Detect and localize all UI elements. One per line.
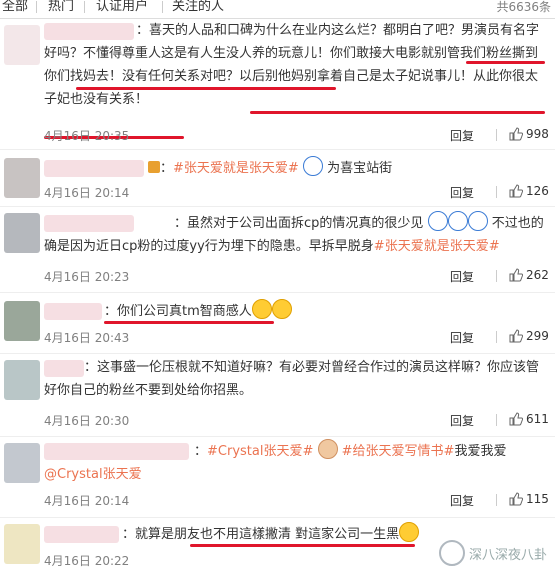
- comment-item: ：#张天爱就是张天爱# 为喜宝站街 4月16日 20:14 回复 126: [0, 150, 555, 207]
- watermark-text: 深八深夜八卦: [468, 547, 547, 563]
- comment-date: 4月16日 20:43: [44, 331, 130, 345]
- highlight-underline: [250, 111, 545, 114]
- avatar[interactable]: [4, 301, 40, 341]
- comment-text: ：你们公司真tm智商感人: [104, 299, 545, 323]
- thumbs-up-icon: [509, 329, 523, 343]
- like-count: 299: [526, 329, 549, 343]
- divider: [496, 270, 497, 282]
- laughing-emoji-icon: [251, 299, 272, 319]
- topic-link[interactable]: #给张天爱写情书#: [342, 444, 455, 459]
- comment-item: ：这事盛一伦压根就不知道好嘛？有必要对曾经合作过的演员这样嘛？你应该管好你自己的…: [0, 354, 555, 437]
- avatar[interactable]: [4, 360, 40, 400]
- face-emoji-icon: [467, 211, 488, 231]
- comment-text-part: ：就算是朋友也不用這樣撇清 對這家公司一生黑: [122, 527, 400, 542]
- reply-button[interactable]: 回复: [450, 329, 474, 346]
- thumbs-up-icon: [509, 268, 523, 282]
- tab-divider: [36, 1, 37, 13]
- comment-text-part: ：: [160, 161, 174, 176]
- comment-date: 4月16日 20:23: [44, 270, 130, 284]
- username-redacted[interactable]: [44, 303, 102, 320]
- username-redacted[interactable]: [44, 526, 119, 543]
- comment-date: 4月16日 20:35: [44, 129, 130, 143]
- avatar[interactable]: [4, 213, 40, 253]
- like-count: 262: [526, 268, 549, 282]
- comment-date: 4月16日 20:14: [44, 186, 130, 200]
- avatar[interactable]: [4, 25, 40, 65]
- thumbs-up-icon: [509, 127, 523, 141]
- like-button[interactable]: 262: [509, 268, 549, 282]
- face-emoji-icon: [447, 211, 468, 231]
- tab-all[interactable]: 全部: [2, 0, 28, 14]
- topic-link[interactable]: #Crystal张天爱#: [207, 444, 313, 459]
- thumbs-up-icon: [509, 184, 523, 198]
- watermark: 深八深夜八卦: [438, 540, 547, 566]
- avatar[interactable]: [4, 524, 40, 564]
- comment-item: ：#Crystal张天爱# #给张天爱写情书#我爱我爱 @Crystal张天爱 …: [0, 437, 555, 518]
- topic-link[interactable]: #张天爱就是张天爱#: [374, 239, 500, 254]
- tab-verified[interactable]: 认证用户: [96, 0, 148, 14]
- baby-emoji-icon: [317, 439, 338, 459]
- comment-filter-tabs: 全部 热门 认证用户 关注的人 共6636条: [0, 0, 555, 19]
- comment-date: 4月16日 20:22: [44, 554, 130, 568]
- like-button[interactable]: 611: [509, 412, 549, 426]
- face-emoji-icon: [302, 156, 323, 176]
- thumbs-up-icon: [509, 492, 523, 506]
- tab-divider: [84, 1, 85, 13]
- comment-total: 共6636条: [496, 0, 551, 14]
- mention-link[interactable]: @Crystal张天爱: [44, 467, 142, 482]
- divider: [496, 186, 497, 198]
- like-button[interactable]: 126: [509, 184, 549, 198]
- comment-date: 4月16日 20:30: [44, 414, 130, 428]
- comment-text: ：虽然对于公司出面拆cp的情况真的很少见 不过也的确是因为近日cp粉的过度yy行…: [44, 211, 545, 258]
- reply-button[interactable]: 回复: [450, 127, 474, 144]
- comment-text: ：#张天爱就是张天爱# 为喜宝站街: [148, 156, 545, 180]
- like-button[interactable]: 998: [509, 127, 549, 141]
- tab-following[interactable]: 关注的人: [172, 0, 224, 14]
- like-button[interactable]: 115: [509, 492, 549, 506]
- comment-text: ：喜天的人品和口碑为什么在业内这么烂？都明白了吧？男演员有名字好吗？不懂得尊重人…: [44, 23, 540, 107]
- reply-button[interactable]: 回复: [450, 412, 474, 429]
- face-emoji-icon: [427, 211, 448, 231]
- avatar[interactable]: [4, 158, 40, 198]
- like-button[interactable]: 299: [509, 329, 549, 343]
- divider: [496, 414, 497, 426]
- reply-button[interactable]: 回复: [450, 492, 474, 509]
- comment-text: ：#Crystal张天爱# #给张天爱写情书#我爱我爱 @Crystal张天爱: [44, 439, 545, 486]
- tab-divider: [162, 1, 163, 13]
- avatar[interactable]: [4, 443, 40, 483]
- topic-link[interactable]: #张天爱就是张天爱#: [173, 161, 299, 176]
- comment-text-part: ：虽然对于公司出面拆cp的情况真的很少见: [174, 216, 424, 231]
- comment-item: ：虽然对于公司出面拆cp的情况真的很少见 不过也的确是因为近日cp粉的过度yy行…: [0, 207, 555, 293]
- like-count: 998: [526, 127, 549, 141]
- like-count: 126: [526, 184, 549, 198]
- reply-button[interactable]: 回复: [450, 184, 474, 201]
- comment-text-part: ：: [194, 444, 208, 459]
- comment-item: ：喜天的人品和口碑为什么在业内这么烂？都明白了吧？男演员有名字好吗？不懂得尊重人…: [0, 19, 555, 150]
- highlight-underline: [104, 321, 274, 324]
- like-count: 611: [526, 412, 549, 426]
- comment-text-part: 我爱我爱: [454, 444, 507, 459]
- username-redacted[interactable]: [44, 160, 144, 177]
- comment-date: 4月16日 20:14: [44, 494, 130, 508]
- like-count: 115: [526, 492, 549, 506]
- divider: [496, 331, 497, 343]
- divider: [496, 129, 497, 141]
- highlight-underline: [466, 61, 545, 64]
- comment-item: ：你们公司真tm智商感人 4月16日 20:43 回复 299: [0, 293, 555, 354]
- comment-text-part: 为喜宝站街: [327, 161, 393, 176]
- crying-laughing-emoji-icon: [399, 522, 420, 542]
- comment-text-part: ：你们公司真tm智商感人: [104, 304, 252, 319]
- tab-hot[interactable]: 热门: [48, 0, 74, 14]
- reply-button[interactable]: 回复: [450, 268, 474, 285]
- wechat-logo-icon: [438, 540, 465, 566]
- divider: [496, 494, 497, 506]
- highlight-underline: [190, 544, 415, 547]
- thumbs-up-icon: [509, 412, 523, 426]
- laughing-emoji-icon: [271, 299, 292, 319]
- comment-text: ：这事盛一伦压根就不知道好嘛？有必要对曾经合作过的演员这样嘛？你应该管好你自己的…: [44, 360, 540, 398]
- badge-icon: [148, 161, 160, 173]
- highlight-underline: [76, 87, 336, 90]
